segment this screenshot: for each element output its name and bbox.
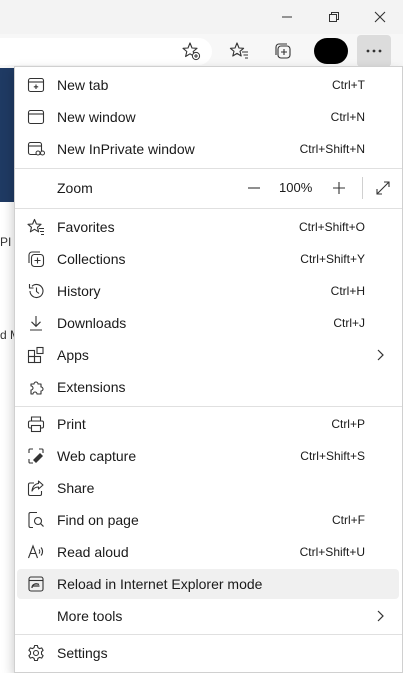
menu-item-read-aloud[interactable]: Read aloud Ctrl+Shift+U (17, 537, 399, 567)
more-icon (366, 49, 382, 53)
shortcut-text: Ctrl+Shift+Y (300, 252, 365, 266)
web-capture-icon (28, 448, 44, 464)
minus-icon (248, 187, 260, 189)
page-banner (0, 68, 14, 202)
menu-item-label: Settings (57, 645, 108, 661)
close-button[interactable] (358, 0, 402, 34)
shortcut-text: Ctrl+P (331, 417, 365, 431)
menu-item-favorites[interactable]: Favorites Ctrl+Shift+O (17, 212, 399, 242)
history-icon (28, 283, 44, 299)
menu-item-new-tab[interactable]: New tab Ctrl+T (17, 70, 399, 100)
profile-avatar[interactable] (314, 38, 348, 64)
shortcut-text: Ctrl+F (332, 513, 365, 527)
restore-icon (329, 12, 339, 22)
menu-item-web-capture[interactable]: Web capture Ctrl+Shift+S (17, 441, 399, 471)
inprivate-icon (27, 141, 45, 156)
title-bar (0, 0, 403, 34)
collections-button[interactable] (266, 35, 300, 67)
menu-item-history[interactable]: History Ctrl+H (17, 276, 399, 306)
read-aloud-icon (27, 544, 44, 559)
find-icon (28, 511, 44, 529)
close-icon (374, 11, 386, 23)
settings-and-more-menu: New tab Ctrl+T New window Ctrl+N New InP… (14, 66, 403, 673)
more-button[interactable] (357, 35, 391, 67)
menu-item-downloads[interactable]: Downloads Ctrl+J (17, 308, 399, 338)
menu-item-zoom: Zoom 100% (17, 173, 399, 203)
menu-item-label: More tools (57, 608, 123, 624)
menu-item-new-inprivate-window[interactable]: New InPrivate window Ctrl+Shift+N (17, 134, 399, 164)
menu-item-label: Apps (57, 347, 89, 363)
menu-divider (15, 208, 402, 209)
chevron-right-icon (377, 349, 384, 361)
minimize-icon (282, 16, 292, 18)
favorites-icon (27, 218, 44, 236)
menu-divider (15, 634, 402, 635)
menu-item-reload-ie-mode[interactable]: Reload in Internet Explorer mode (17, 569, 399, 599)
shortcut-text: Ctrl+Shift+O (298, 220, 365, 234)
download-icon (30, 316, 42, 331)
shortcut-text: Ctrl+Shift+S (300, 449, 365, 463)
ie-mode-icon (28, 576, 44, 592)
new-window-icon (27, 109, 45, 125)
menu-item-collections[interactable]: Collections Ctrl+Shift+Y (17, 244, 399, 274)
menu-divider (15, 168, 402, 169)
zoom-divider (362, 177, 363, 199)
menu-item-share[interactable]: Share (17, 473, 399, 503)
fullscreen-icon (376, 181, 390, 195)
favorites-icon (229, 42, 248, 59)
collections-icon (275, 43, 291, 59)
plus-icon (333, 182, 345, 194)
shortcut-text: Ctrl+Shift+U (299, 545, 365, 559)
menu-item-label: Share (57, 480, 95, 496)
restore-button[interactable] (312, 0, 356, 34)
menu-item-extensions[interactable]: Extensions (17, 372, 399, 402)
menu-item-label: Find on page (57, 512, 139, 528)
menu-item-label: New window (57, 109, 136, 125)
zoom-in-button[interactable] (324, 176, 354, 200)
shortcut-text: Ctrl+J (333, 316, 365, 330)
menu-item-label: Favorites (57, 219, 115, 235)
add-favorite-icon (182, 42, 201, 61)
shortcut-text: Ctrl+T (332, 78, 365, 92)
menu-item-label: Print (57, 416, 86, 432)
page-text-fragment: PI I (0, 235, 14, 249)
fullscreen-button[interactable] (368, 176, 398, 200)
menu-item-label: Extensions (57, 379, 126, 395)
chevron-right-icon (377, 610, 384, 622)
settings-icon (28, 644, 44, 662)
shortcut-text: Ctrl+H (330, 284, 365, 298)
page-text-fragment: d M (0, 328, 14, 342)
print-icon (27, 416, 45, 433)
favorites-button[interactable] (222, 35, 256, 67)
menu-item-label: Web capture (57, 448, 137, 464)
shortcut-text: Ctrl+Shift+N (299, 142, 365, 156)
zoom-level: 100% (279, 180, 313, 195)
menu-item-more-tools[interactable]: More tools (17, 601, 399, 631)
apps-icon (27, 346, 44, 364)
zoom-out-button[interactable] (239, 176, 269, 200)
menu-item-label: Read aloud (57, 544, 129, 560)
shortcut-text: Ctrl+N (330, 110, 365, 124)
menu-item-label: Collections (57, 251, 126, 267)
add-favorite-button[interactable] (174, 35, 208, 67)
minimize-button[interactable] (265, 0, 309, 34)
menu-item-find-on-page[interactable]: Find on page Ctrl+F (17, 505, 399, 535)
menu-item-new-window[interactable]: New window Ctrl+N (17, 102, 399, 132)
new-tab-icon (27, 77, 45, 93)
menu-item-label: Downloads (57, 315, 127, 331)
menu-item-label: Reload in Internet Explorer mode (57, 576, 263, 592)
menu-item-settings[interactable]: Settings (17, 638, 399, 668)
menu-divider (15, 406, 402, 407)
zoom-label: Zoom (57, 180, 93, 196)
extensions-icon (30, 381, 44, 395)
menu-item-label: New tab (57, 77, 109, 93)
menu-item-print[interactable]: Print Ctrl+P (17, 409, 399, 439)
menu-item-label: New InPrivate window (57, 141, 195, 157)
menu-item-apps[interactable]: Apps (17, 340, 399, 370)
collections-icon (28, 251, 45, 268)
menu-item-label: History (57, 283, 101, 299)
share-icon (27, 480, 44, 497)
